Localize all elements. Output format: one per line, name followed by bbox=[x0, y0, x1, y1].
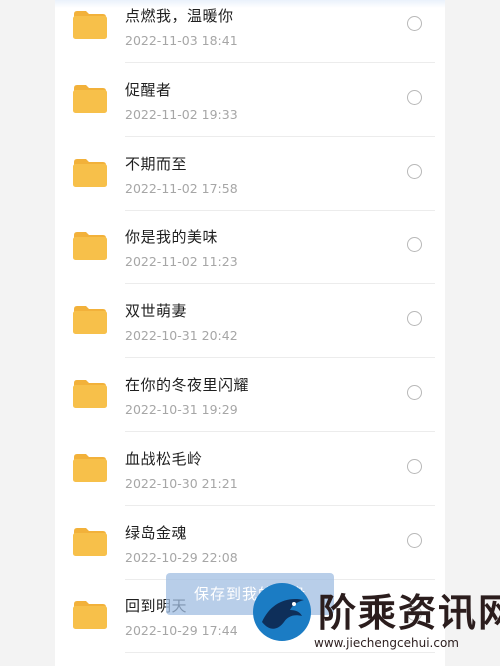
file-row[interactable]: 绿岛金魂 2022-10-29 22:08 bbox=[55, 506, 445, 580]
file-date: 2022-11-03 18:41 bbox=[125, 33, 238, 48]
file-name: 血战松毛岭 bbox=[125, 449, 203, 468]
select-radio[interactable] bbox=[407, 163, 422, 179]
select-radio[interactable] bbox=[407, 385, 422, 400]
file-date: 2022-11-02 17:58 bbox=[125, 180, 238, 196]
watermark-url: www.jiechengcehui.com bbox=[314, 636, 459, 650]
select-radio[interactable] bbox=[407, 89, 422, 105]
file-name: 在你的冬夜里闪耀 bbox=[125, 376, 250, 394]
file-date: 2022-10-31 20:42 bbox=[125, 328, 238, 344]
folder-icon bbox=[72, 379, 108, 409]
file-date: 2022-10-31 19:29 bbox=[125, 402, 238, 417]
folder-icon bbox=[72, 10, 108, 40]
file-name: 点燃我，温暖你 bbox=[125, 7, 234, 25]
select-radio[interactable] bbox=[407, 311, 422, 327]
folder-icon bbox=[72, 527, 108, 557]
select-radio[interactable] bbox=[407, 458, 422, 474]
eagle-logo-icon bbox=[252, 582, 312, 642]
folder-icon bbox=[72, 305, 108, 335]
file-name: 不期而至 bbox=[125, 154, 188, 173]
folder-icon bbox=[72, 231, 108, 261]
file-row[interactable]: 点燃我，温暖你 2022-11-03 18:41 bbox=[55, 0, 445, 63]
file-list-screen: 点燃我，温暖你 2022-11-03 18:41 促醒者 2022-11-02 19:… bbox=[0, 0, 500, 666]
file-date: 2022-11-02 19:33 bbox=[125, 106, 238, 122]
file-row[interactable]: 在你的冬夜里闪耀 2022-10-31 19:29 bbox=[55, 358, 445, 432]
file-row[interactable]: 双世萌妻 2022-10-31 20:42 bbox=[55, 284, 445, 359]
folder-icon bbox=[72, 453, 108, 483]
file-row[interactable]: 不期而至 2022-11-02 17:58 bbox=[55, 137, 445, 211]
file-row[interactable]: 促醒者 2022-11-02 19:33 bbox=[55, 63, 445, 137]
file-name: 促醒者 bbox=[125, 80, 172, 99]
file-date: 2022-10-30 21:21 bbox=[125, 475, 238, 491]
select-radio[interactable] bbox=[407, 16, 422, 31]
file-name: 双世萌妻 bbox=[125, 302, 188, 321]
select-radio[interactable] bbox=[407, 237, 422, 253]
watermark: 阶乘资讯网 www.jiechengcehui.com bbox=[252, 578, 500, 664]
file-row[interactable]: 血战松毛岭 2022-10-30 21:21 bbox=[55, 432, 445, 506]
folder-icon bbox=[72, 84, 108, 114]
file-name: 绿岛金魂 bbox=[125, 523, 188, 542]
watermark-title: 阶乘资讯网 bbox=[318, 591, 500, 635]
file-date: 2022-10-29 22:08 bbox=[125, 549, 238, 565]
select-radio[interactable] bbox=[407, 532, 422, 548]
file-date: 2022-10-29 17:44 bbox=[125, 623, 238, 639]
folder-icon bbox=[72, 158, 108, 188]
folder-icon bbox=[72, 600, 108, 630]
file-row[interactable]: 你是我的美味 2022-11-02 11:23 bbox=[55, 210, 445, 285]
file-name: 你是我的美味 bbox=[125, 228, 219, 247]
file-date: 2022-11-02 11:23 bbox=[125, 254, 238, 270]
